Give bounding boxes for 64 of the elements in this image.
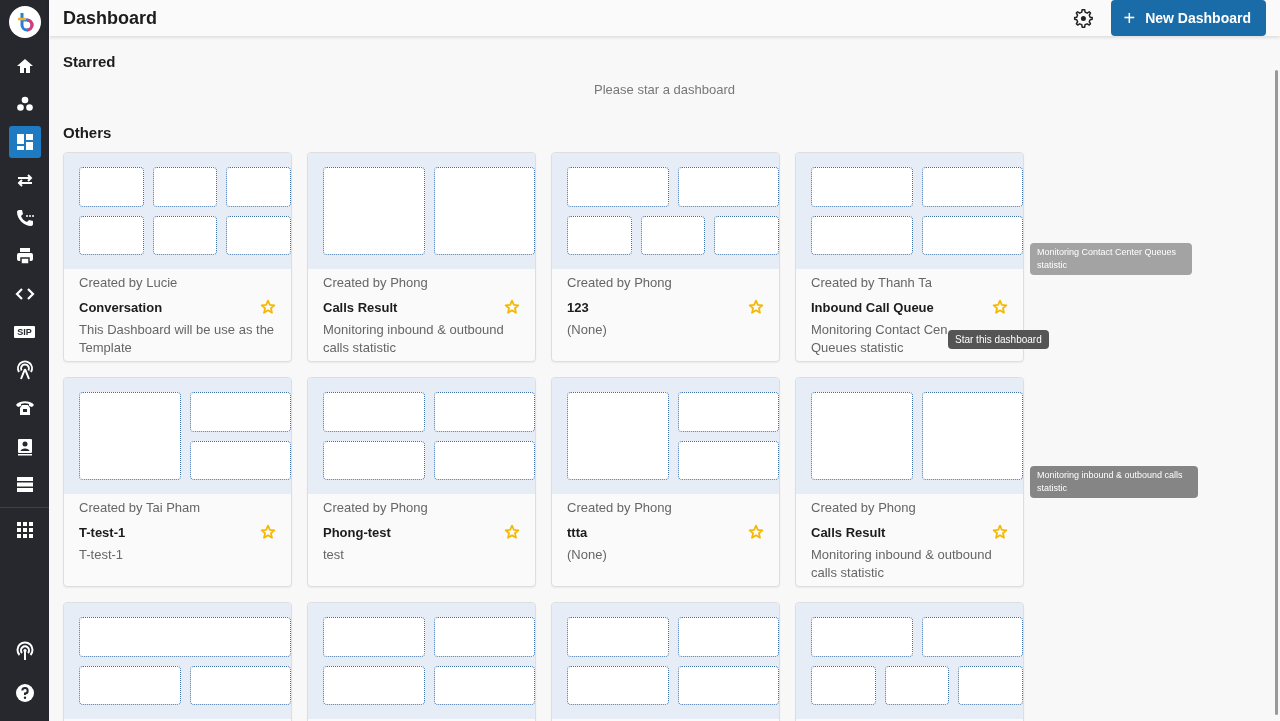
widget-placeholder — [226, 215, 291, 255]
dashboard-card[interactable]: Created by Phong 123 (None) — [551, 152, 780, 362]
dashboard-card[interactable]: Created by Lucie Conversation This Dashboard will be use as the Template — [63, 152, 292, 362]
scrollbar[interactable] — [1275, 70, 1278, 715]
star-icon[interactable] — [748, 524, 764, 540]
tooltip: Monitoring inbound & outbound calls statistic — [1030, 466, 1198, 498]
star-icon[interactable] — [260, 299, 276, 315]
card-author: Created by Tai Pham — [79, 500, 202, 515]
card-description: (None) — [567, 321, 607, 339]
tooltip: Star this dashboard — [948, 330, 1049, 349]
widget-placeholder — [226, 167, 291, 207]
card-title: 123 — [567, 299, 589, 315]
star-icon[interactable] — [992, 299, 1008, 315]
tooltip: Monitoring Contact Center Queues statistic — [1030, 243, 1192, 275]
page-title: Dashboard — [63, 7, 158, 29]
card-description: This Dashboard will be use as the Template — [79, 321, 276, 357]
star-icon[interactable] — [260, 524, 276, 540]
widget-placeholder — [714, 215, 779, 255]
dashboard-icon[interactable] — [8, 126, 41, 158]
settings-icon[interactable] — [1072, 8, 1093, 28]
widget-placeholder — [884, 665, 950, 705]
star-icon[interactable] — [992, 524, 1008, 540]
card-author: Created by Phong — [567, 500, 673, 515]
card-title: Calls Result — [323, 299, 398, 315]
card-author: Created by Lucie — [79, 275, 179, 290]
star-icon[interactable] — [748, 299, 764, 315]
card-author: Created by Phong — [567, 275, 673, 290]
dashboard-card[interactable]: Created by Phong Phong-test test — [307, 377, 536, 587]
dashboard-card[interactable]: Created by Phong Calls Result Monitoring inbound & outbound calls statistic — [795, 377, 1024, 587]
widget-placeholder — [79, 167, 144, 207]
card-author: Created by Phong — [323, 275, 429, 290]
card-title: Conversation — [79, 299, 163, 315]
card-title: Inbound Call Queue — [811, 299, 934, 315]
logo[interactable] — [8, 6, 41, 38]
card-title: Phong-test — [323, 524, 391, 540]
new-dashboard-button[interactable]: + New Dashboard — [1110, 0, 1266, 36]
star-icon[interactable] — [504, 299, 520, 315]
widget-placeholder — [958, 665, 1023, 705]
card-description: Monitoring inbound & outbound calls statistic — [811, 546, 993, 582]
card-author: Created by Thanh Ta — [811, 275, 933, 290]
card-description: test — [323, 546, 344, 564]
dashboard-card[interactable]: Created by Phong Calls Result Monitoring inbound & outbound calls statistic — [307, 152, 536, 362]
dashboard-card[interactable]: Created by Phong ttta (None) — [551, 377, 780, 587]
widget-placeholder — [567, 215, 632, 255]
card-title: Calls Result — [811, 524, 886, 540]
card-title: ttta — [567, 524, 588, 540]
card-description: Monitoring inbound & outbound calls statistic — [323, 321, 505, 357]
widget-placeholder — [640, 215, 706, 255]
card-description: (None) — [567, 546, 607, 564]
card-author: Created by Phong — [811, 500, 917, 515]
widget-placeholder — [152, 167, 218, 207]
card-author: Created by Phong — [323, 500, 429, 515]
card-description: T-test-1 — [79, 546, 124, 564]
card-title: T-test-1 — [79, 524, 126, 540]
widget-placeholder — [79, 215, 144, 255]
section-heading: Others — [63, 124, 113, 141]
sip-nav-item[interactable]: SIP — [8, 316, 41, 348]
star-icon[interactable] — [504, 524, 520, 540]
dashboard-card[interactable]: Created by Tai Pham T-test-1 T-test-1 — [63, 377, 292, 587]
empty-message: Please star a dashboard — [593, 82, 736, 97]
section-heading: Starred — [63, 53, 117, 70]
card-description: Monitoring Contact Cen Queues statistic — [811, 321, 948, 357]
widget-placeholder — [811, 665, 876, 705]
widget-placeholder — [152, 215, 218, 255]
